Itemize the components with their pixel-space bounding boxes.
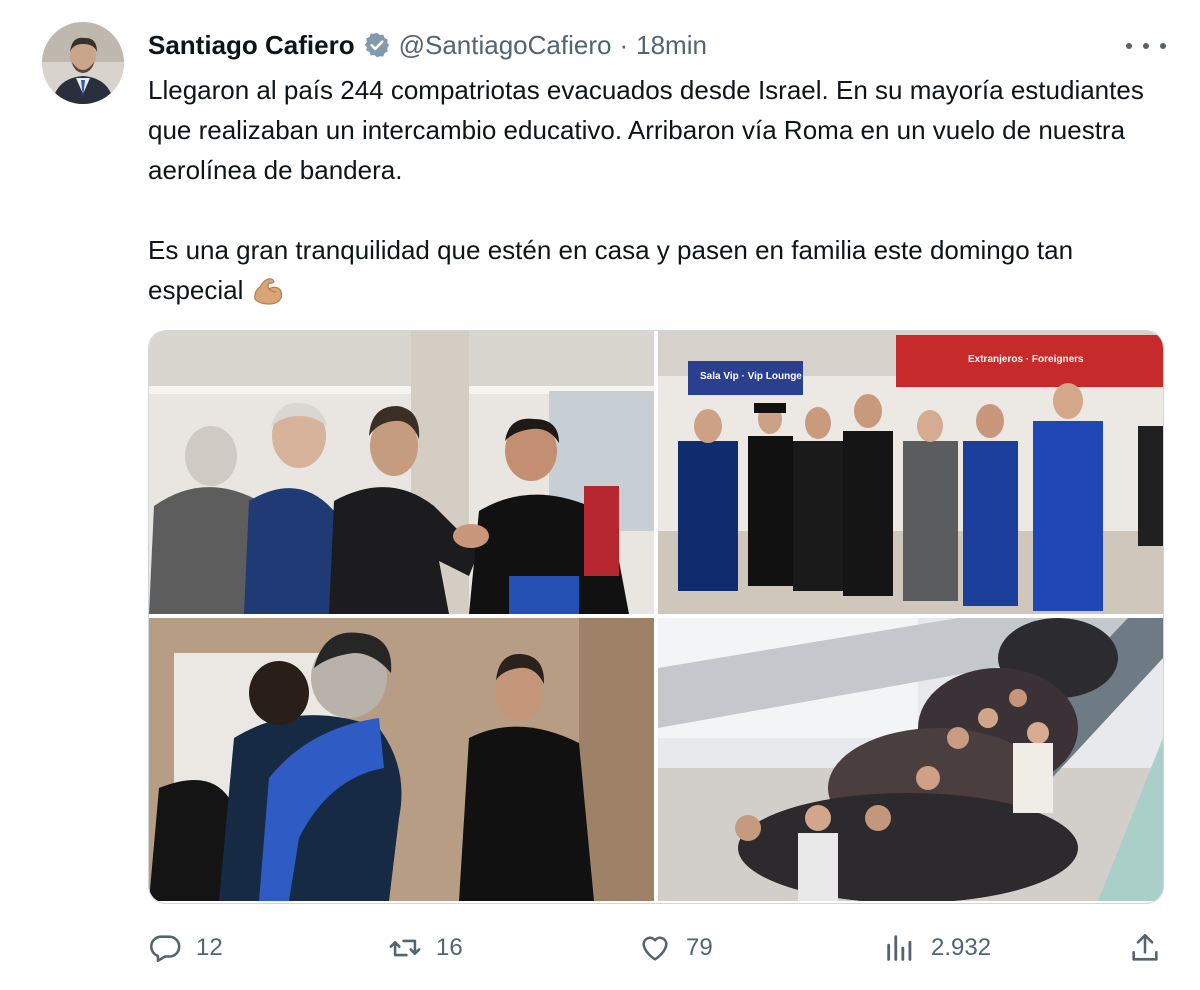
sign-extranjeros: Extranjeros · Foreigners [968, 354, 1084, 365]
verified-badge-icon [363, 31, 391, 59]
tweet-text: Llegaron al país 244 compatriotas evacua… [148, 70, 1158, 310]
views-button[interactable]: 2.932 [883, 925, 991, 971]
views-count: 2.932 [931, 934, 992, 961]
reply-icon [150, 935, 181, 963]
views-icon [887, 935, 912, 961]
tweet: Santiago Cafiero @SantiagoCafiero · 18mi… [0, 0, 1200, 990]
tweet-paragraph-2: Es una gran tranquilidad que estén en ca… [148, 230, 1158, 310]
photo-escalator[interactable] [658, 618, 1163, 901]
tweet-actions: 12 16 79 2.932 [148, 925, 1168, 971]
separator-dot: · [619, 29, 629, 60]
photo-group-applauding[interactable]: Sala Vip · Vip Lounge Extranjeros · Fore… [658, 331, 1163, 614]
media-grid: Sala Vip · Vip Lounge Extranjeros · Fore… [148, 330, 1164, 904]
share-button[interactable] [1128, 925, 1162, 971]
like-count: 79 [686, 934, 713, 961]
timestamp[interactable]: 18min [636, 30, 707, 61]
share-icon [1132, 933, 1158, 961]
avatar-image [42, 22, 124, 104]
photo-greeting[interactable] [149, 331, 654, 614]
author-name[interactable]: Santiago Cafiero [148, 30, 355, 61]
reply-count: 12 [196, 934, 223, 961]
photo-embrace[interactable] [149, 618, 654, 901]
tweet-paragraph-2-text: Es una gran tranquilidad que estén en ca… [148, 235, 1074, 305]
like-button[interactable]: 79 [638, 925, 713, 971]
retweet-count: 16 [436, 934, 463, 961]
retweet-icon [389, 939, 421, 957]
like-icon [642, 936, 668, 961]
tweet-paragraph-1: Llegaron al país 244 compatriotas evacua… [148, 75, 1144, 185]
reply-button[interactable]: 12 [148, 925, 223, 971]
retweet-button[interactable]: 16 [388, 925, 463, 971]
author-handle[interactable]: @SantiagoCafiero [399, 30, 612, 61]
more-options-icon[interactable] [1126, 34, 1166, 58]
avatar[interactable] [42, 22, 124, 104]
sign-vip-lounge: Sala Vip · Vip Lounge [700, 371, 802, 382]
tweet-header: Santiago Cafiero @SantiagoCafiero · 18mi… [148, 28, 707, 62]
flexed-biceps-emoji [251, 273, 285, 307]
